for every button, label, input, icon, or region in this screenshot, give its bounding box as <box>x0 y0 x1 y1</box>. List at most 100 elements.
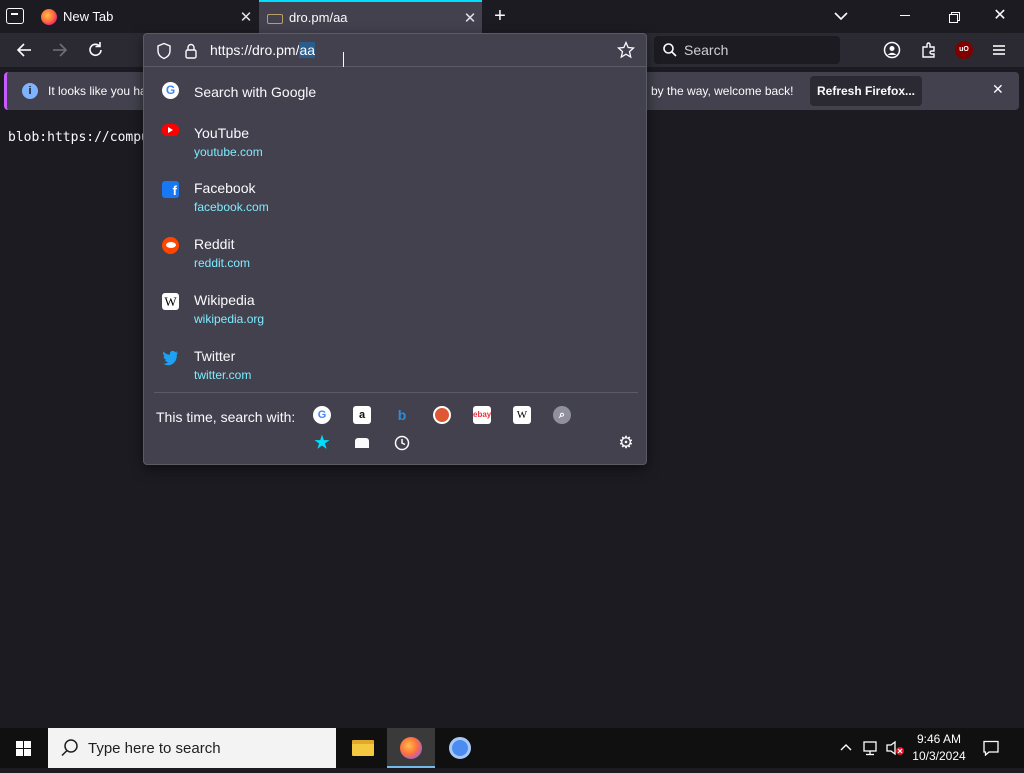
firefox-view-icon <box>11 13 18 15</box>
close-tab-icon[interactable]: ✕ <box>458 9 482 27</box>
url-text: https://dro.pm/ <box>210 42 300 58</box>
tab-dro-pm[interactable]: dro.pm/aa ✕ <box>259 0 482 33</box>
result-url: wikipedia.org <box>194 312 265 326</box>
folder-icon <box>352 740 374 756</box>
tab-new-tab[interactable]: New Tab ✕ <box>33 0 258 33</box>
restore-button[interactable] <box>949 10 960 23</box>
minimize-button[interactable] <box>900 15 910 16</box>
lock-icon[interactable] <box>184 42 198 60</box>
list-item[interactable]: YouTube youtube.com <box>144 122 646 174</box>
bookmarks-star-icon[interactable]: ★ <box>313 434 331 452</box>
taskbar-clock[interactable]: 9:46 AM 10/3/2024 <box>905 731 973 765</box>
show-hidden-icons-chevron-icon[interactable] <box>838 740 854 756</box>
search-with-label: This time, search with: <box>156 409 296 425</box>
divider <box>154 392 638 393</box>
twitter-icon <box>163 350 178 366</box>
search-suggestion-row[interactable]: G Search with Google <box>144 81 646 101</box>
back-arrow-icon <box>16 43 31 57</box>
bing-engine-icon[interactable]: b <box>393 406 411 424</box>
back-button[interactable] <box>12 39 36 61</box>
google-engine-icon[interactable]: G <box>313 406 331 424</box>
tab-label: New Tab <box>63 9 114 24</box>
facebook-icon: f <box>162 181 179 198</box>
volume-muted-icon[interactable] <box>885 740 905 756</box>
result-url: reddit.com <box>194 256 251 270</box>
clock-time: 9:46 AM <box>916 732 962 746</box>
refresh-firefox-button[interactable]: Refresh Firefox... <box>810 76 922 106</box>
bookmark-star-icon[interactable] <box>617 41 635 59</box>
wikipedia-engine-icon[interactable]: W <box>513 406 531 424</box>
network-icon[interactable] <box>862 740 880 756</box>
tab-strip: New Tab ✕ dro.pm/aa ✕ + ✕ <box>0 0 1024 33</box>
chromium-icon <box>449 737 471 759</box>
file-explorer-button[interactable] <box>339 728 387 768</box>
firefox-icon <box>41 8 57 25</box>
url-input-row[interactable]: https://dro.pm/aa <box>144 34 646 67</box>
search-suggestion-label: Search with Google <box>194 84 317 100</box>
result-url: youtube.com <box>194 145 263 159</box>
firefox-icon <box>400 737 422 759</box>
ublock-icon: uO <box>959 46 969 53</box>
result-url: twitter.com <box>194 368 252 382</box>
result-title: Reddit <box>194 236 235 252</box>
list-item[interactable]: Reddit reddit.com <box>144 233 646 285</box>
tabs-icon[interactable] <box>353 434 371 452</box>
hamburger-menu-icon <box>993 45 1005 55</box>
firefox-taskbar-button[interactable] <box>387 728 435 768</box>
text-cursor-icon <box>343 52 345 67</box>
forward-button[interactable] <box>48 39 72 61</box>
new-tab-button[interactable]: + <box>489 5 511 27</box>
forward-arrow-icon <box>53 43 68 57</box>
extensions-button[interactable] <box>920 41 938 59</box>
reload-button[interactable] <box>84 39 108 61</box>
result-title: Wikipedia <box>194 292 255 308</box>
google-icon: G <box>162 82 179 99</box>
list-item[interactable]: f Facebook facebook.com <box>144 177 646 229</box>
search-bar[interactable]: Search <box>654 36 840 64</box>
action-center-button[interactable] <box>982 740 1000 757</box>
search-bar-placeholder: Search <box>684 42 729 58</box>
close-tab-icon[interactable]: ✕ <box>234 8 258 26</box>
list-all-tabs-button[interactable] <box>832 5 850 27</box>
search-icon <box>61 739 78 757</box>
history-clock-icon[interactable] <box>393 434 411 452</box>
firefox-view-button[interactable] <box>6 8 24 24</box>
ublock-origin-button[interactable]: uO <box>955 41 973 59</box>
notification-message-start: It looks like you ha <box>48 84 147 98</box>
search-icon <box>663 43 677 57</box>
search-engine-icon[interactable]: ⌕ <box>553 406 571 424</box>
list-item[interactable]: Twitter twitter.com <box>144 345 646 397</box>
notification-icon <box>983 740 999 757</box>
chrome-taskbar-button[interactable] <box>436 728 484 768</box>
page-content-text: blob:https://compute <box>8 130 165 145</box>
account-icon <box>883 41 901 59</box>
close-notification-icon[interactable]: ✕ <box>992 81 1004 98</box>
close-window-button[interactable]: ✕ <box>992 8 1008 24</box>
notification-message-end: by the way, welcome back! <box>651 84 794 98</box>
ebay-engine-icon[interactable]: ebay <box>473 406 491 424</box>
settings-gear-icon[interactable]: ⚙ <box>617 434 635 452</box>
page-favicon-icon <box>267 13 283 24</box>
account-button[interactable] <box>883 41 901 59</box>
start-button[interactable] <box>0 728 48 768</box>
tracking-protection-shield-icon[interactable] <box>156 42 172 60</box>
duckduckgo-engine-icon[interactable] <box>433 406 451 424</box>
clock-date: 10/3/2024 <box>912 749 966 763</box>
amazon-engine-icon[interactable]: a <box>353 406 371 424</box>
windows-logo-icon <box>16 741 31 756</box>
result-title: Facebook <box>194 180 256 196</box>
url-input[interactable]: https://dro.pm/aa <box>210 42 316 58</box>
taskbar-search-box[interactable]: Type here to search <box>48 728 336 768</box>
chevron-down-icon <box>834 12 848 21</box>
list-item[interactable]: W Wikipedia wikipedia.org <box>144 289 646 341</box>
result-url: facebook.com <box>194 200 269 214</box>
reddit-icon <box>162 237 179 254</box>
restore-icon <box>949 12 960 23</box>
app-menu-button[interactable] <box>992 43 1006 57</box>
puzzle-icon <box>922 42 935 58</box>
result-title: YouTube <box>194 125 250 141</box>
reload-icon <box>89 42 102 57</box>
youtube-icon <box>162 124 179 136</box>
wikipedia-icon: W <box>162 293 179 310</box>
tab-label: dro.pm/aa <box>289 10 348 25</box>
